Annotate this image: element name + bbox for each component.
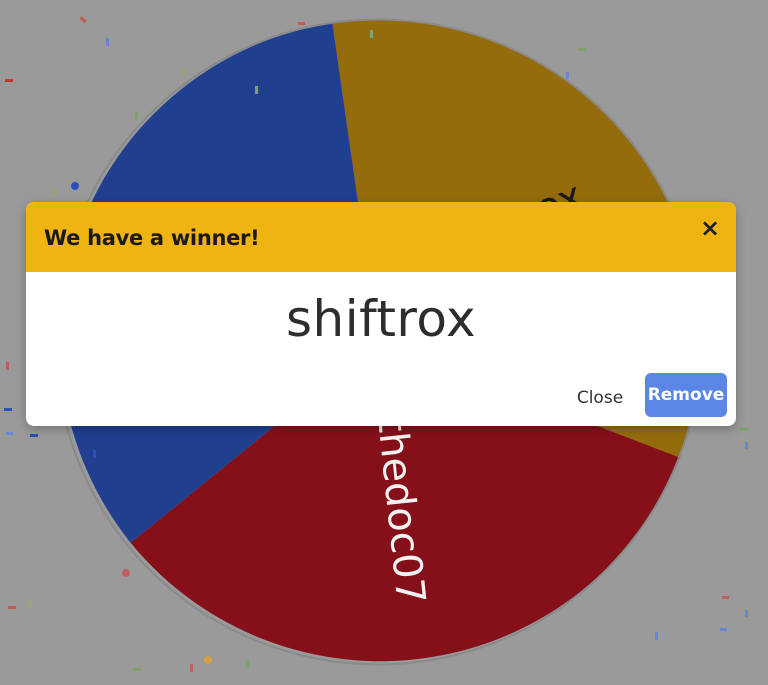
close-icon[interactable]: × <box>698 216 722 240</box>
dialog-title: We have a winner! <box>44 226 260 250</box>
winner-dialog: We have a winner! × shiftrox Close Remov… <box>26 202 736 426</box>
close-button[interactable]: Close <box>566 380 634 416</box>
spin-wheel-page: shiftrox thedoc07 We have a winner! × sh… <box>0 0 768 680</box>
remove-button[interactable]: Remove <box>645 373 727 417</box>
winner-name: shiftrox <box>285 290 477 348</box>
dialog-header: We have a winner! × <box>26 202 736 272</box>
